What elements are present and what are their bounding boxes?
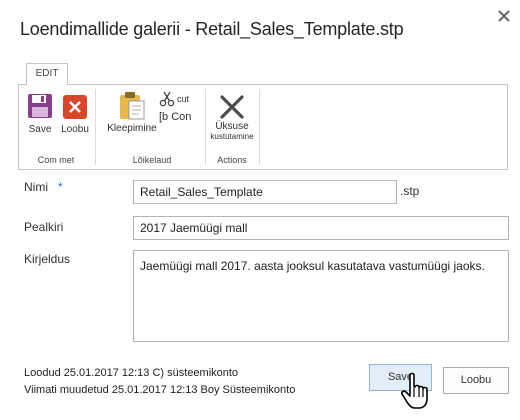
title-field[interactable]: 2017 Jaemüügi mall [133, 216, 509, 240]
name-field[interactable]: Retail_Sales_Template [133, 180, 397, 204]
required-mark: * [58, 180, 63, 194]
ribbon-group-label: Lõikelaud [132, 155, 172, 165]
ribbon-cancel-button[interactable]: Loobu [59, 95, 91, 135]
created-info: Loodud 25.01.2017 12:13 C) süsteemikonto [24, 367, 239, 379]
ribbon-copy-button[interactable]: [b Con [159, 111, 191, 123]
ribbon-group-label: Com met [37, 155, 75, 165]
scissors-icon [159, 91, 175, 107]
delete-x-icon [220, 95, 244, 119]
save-icon [28, 94, 52, 118]
list-template-dialog: Loendimallide galerii - Retail_Sales_Tem… [0, 0, 520, 420]
tab-edit[interactable]: EDIT [26, 63, 68, 85]
close-icon[interactable] [496, 8, 512, 24]
ribbon-delete-label-line1: Üksuse [215, 121, 249, 132]
ribbon-cut-button[interactable]: cut [159, 91, 189, 107]
cancel-button[interactable]: Loobu [443, 367, 509, 394]
hand-cursor-icon [401, 372, 428, 409]
ribbon-divider [95, 89, 96, 165]
cancel-icon [63, 95, 87, 119]
description-label: Kirjeldus [24, 252, 71, 266]
ribbon-delete-label-line2: kustutamine [210, 132, 254, 141]
ribbon-paste-button[interactable]: Kleepimine [105, 91, 159, 134]
ribbon-copy-label: [b Con [159, 111, 192, 123]
ribbon-save-button[interactable]: Save [25, 93, 55, 135]
ribbon-divider [205, 89, 206, 165]
ribbon-group-commit: Save Loobu Com met [19, 85, 93, 169]
title-label: Pealkiri [24, 220, 64, 234]
ribbon-group-label: Actions [217, 155, 247, 165]
name-label-text: Nimi [24, 180, 48, 194]
ribbon-paste-label: Kleepimine [107, 123, 157, 134]
name-suffix: .stp [400, 184, 420, 198]
name-label: Nimi * [24, 180, 63, 194]
modified-info: Viimati muudetud 25.01.2017 12:13 Boy Sü… [24, 384, 296, 396]
paste-icon [120, 92, 145, 120]
ribbon-divider [259, 89, 260, 165]
ribbon-save-label: Save [28, 124, 52, 135]
ribbon: Save Loobu Com met Kleepimine cut [b Con… [18, 84, 508, 170]
ribbon-delete-item-button[interactable]: Üksuse kustutamine [207, 93, 257, 141]
description-field[interactable]: Jaemüügi mall 2017. aasta jooksul kasuta… [133, 250, 509, 342]
ribbon-cancel-label: Loobu [61, 124, 89, 135]
dialog-title: Loendimallide galerii - Retail_Sales_Tem… [20, 19, 404, 39]
ribbon-group-clipboard: Kleepimine cut [b Con Lõikelaud [97, 85, 207, 169]
ribbon-group-actions: Üksuse kustutamine Actions [207, 85, 257, 169]
ribbon-cut-label: cut [177, 94, 190, 104]
